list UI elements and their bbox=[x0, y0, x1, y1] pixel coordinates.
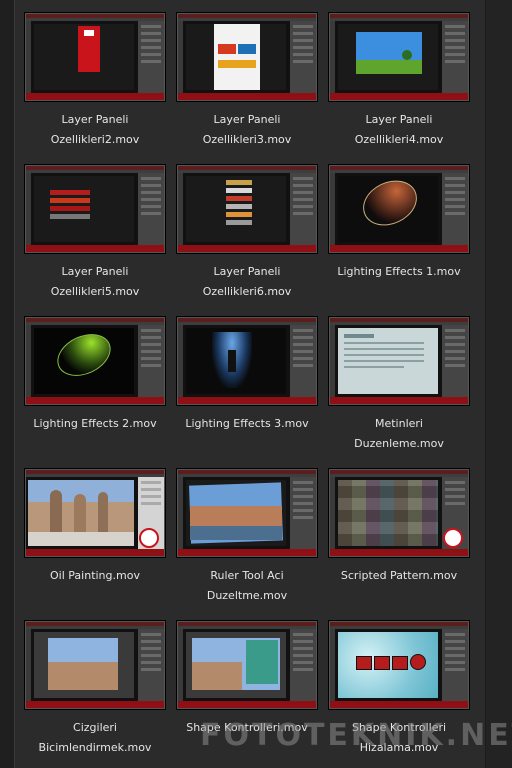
video-thumbnail[interactable] bbox=[25, 13, 165, 101]
video-title-line2: Ozellikleri3.mov bbox=[202, 133, 292, 146]
watermark: FOTOTEKNIK.NET bbox=[200, 718, 512, 753]
video-title-line1: Cizgileri bbox=[73, 721, 117, 734]
video-title-line1: Layer Paneli bbox=[213, 113, 281, 126]
video-item[interactable]: Layer Paneli Ozellikleri3.mov bbox=[177, 13, 317, 150]
video-thumbnail[interactable] bbox=[329, 621, 469, 709]
video-title-line2: Ozellikleri4.mov bbox=[354, 133, 444, 146]
video-item[interactable]: Scripted Pattern.mov bbox=[329, 469, 469, 586]
video-thumbnail[interactable] bbox=[177, 13, 317, 101]
video-title-line1: Layer Paneli bbox=[365, 113, 433, 126]
video-thumbnail[interactable] bbox=[25, 317, 165, 405]
video-title-line1: Lighting Effects 1.mov bbox=[337, 265, 461, 278]
sidebar-strip bbox=[0, 0, 14, 768]
video-item[interactable]: Layer Paneli Ozellikleri5.mov bbox=[25, 165, 165, 302]
video-title-line1: Layer Paneli bbox=[213, 265, 281, 278]
video-title-line2: Bicimlendirmek.mov bbox=[38, 741, 152, 754]
video-title-line1: Lighting Effects 3.mov bbox=[185, 417, 309, 430]
video-item[interactable]: Oil Painting.mov bbox=[25, 469, 165, 586]
video-thumbnail[interactable] bbox=[177, 317, 317, 405]
video-thumbnail[interactable] bbox=[329, 165, 469, 253]
video-thumbnail[interactable] bbox=[25, 469, 165, 557]
video-title-line1: Layer Paneli bbox=[61, 113, 129, 126]
video-item[interactable]: Lighting Effects 2.mov bbox=[25, 317, 165, 434]
video-item[interactable]: Metinleri Duzenleme.mov bbox=[329, 317, 469, 454]
video-title-line1: Layer Paneli bbox=[61, 265, 129, 278]
video-thumbnail[interactable] bbox=[177, 469, 317, 557]
video-item[interactable]: Layer Paneli Ozellikleri4.mov bbox=[329, 13, 469, 150]
video-item[interactable]: Lighting Effects 1.mov bbox=[329, 165, 469, 282]
video-thumbnail[interactable] bbox=[25, 621, 165, 709]
video-title-line2: Ozellikleri6.mov bbox=[202, 285, 292, 298]
video-title-line1: Lighting Effects 2.mov bbox=[33, 417, 157, 430]
video-thumbnail[interactable] bbox=[329, 469, 469, 557]
video-thumbnail[interactable] bbox=[25, 165, 165, 253]
video-title-line2: Ozellikleri2.mov bbox=[50, 133, 140, 146]
video-title-line1: Ruler Tool Aci bbox=[210, 569, 284, 582]
video-thumbnail[interactable] bbox=[329, 317, 469, 405]
video-item[interactable]: Layer Paneli Ozellikleri6.mov bbox=[177, 165, 317, 302]
video-title-line2: Ozellikleri5.mov bbox=[50, 285, 140, 298]
video-grid: Layer Paneli Ozellikleri2.mov Layer Pane… bbox=[14, 0, 486, 768]
video-title-line1: Metinleri bbox=[374, 417, 423, 430]
video-thumbnail[interactable] bbox=[329, 13, 469, 101]
video-title-line2: Duzenleme.mov bbox=[354, 437, 444, 450]
video-title-line2: Duzeltme.mov bbox=[206, 589, 288, 602]
video-item[interactable]: Ruler Tool Aci Duzeltme.mov bbox=[177, 469, 317, 606]
video-thumbnail[interactable] bbox=[177, 621, 317, 709]
video-title-line1: Scripted Pattern.mov bbox=[340, 569, 458, 582]
video-thumbnail[interactable] bbox=[177, 165, 317, 253]
video-item[interactable]: Layer Paneli Ozellikleri2.mov bbox=[25, 13, 165, 150]
video-title-line1: Oil Painting.mov bbox=[50, 569, 140, 582]
video-item[interactable]: Cizgileri Bicimlendirmek.mov bbox=[25, 621, 165, 758]
video-item[interactable]: Lighting Effects 3.mov bbox=[177, 317, 317, 434]
